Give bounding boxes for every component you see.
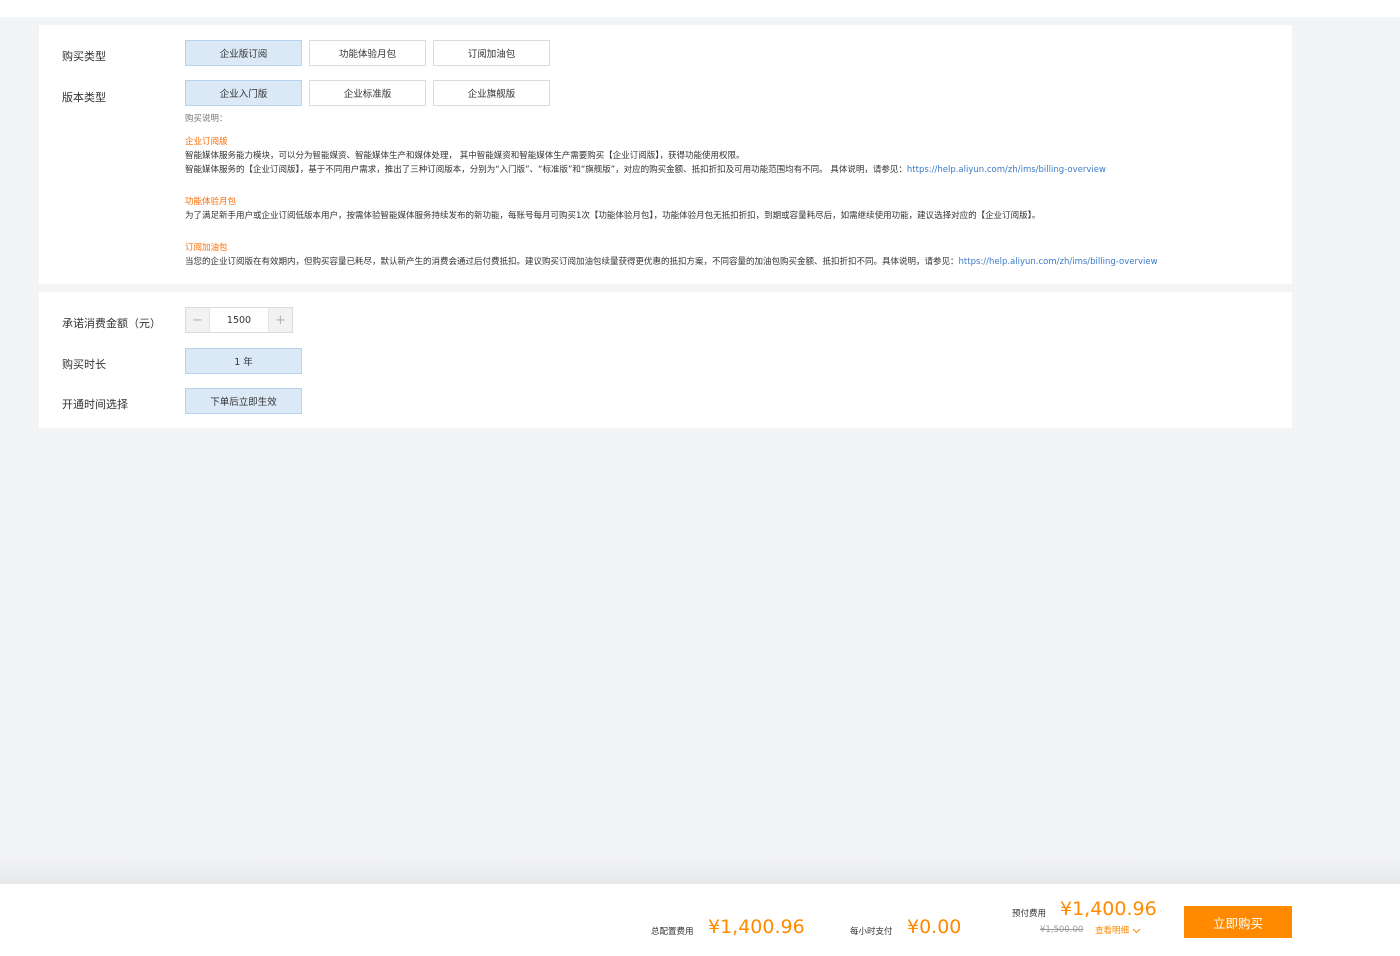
option-enterprise-subscription[interactable]: 企业版订阅 bbox=[185, 40, 302, 66]
section-title-trial: 功能体验月包 bbox=[185, 197, 237, 207]
option-duration-1-year[interactable]: 1 年 bbox=[185, 348, 302, 374]
top-strip bbox=[0, 0, 1400, 17]
view-details-link[interactable]: 查看明细 bbox=[1095, 924, 1141, 936]
buy-now-button[interactable]: 立即购买 bbox=[1184, 906, 1292, 938]
hourly-payment-label: 每小时支付 bbox=[850, 927, 893, 937]
total-config-fee-value: ¥1,400.96 bbox=[708, 916, 805, 938]
section-title-enterprise: 企业订阅版 bbox=[185, 137, 228, 147]
section-text-enterprise-2: 智能媒体服务的【企业订阅版】，基于不同用户需求，推出了三种订阅版本，分别为“入门… bbox=[185, 165, 1106, 175]
edition-type-label: 版本类型 bbox=[62, 91, 106, 104]
option-subscription-addon-pack[interactable]: 订阅加油包 bbox=[433, 40, 550, 66]
footer-shadow bbox=[0, 856, 1400, 884]
section-text-addon: 当您的企业订阅版在有效期内，但购买容量已耗尽，默认新产生的消费会通过后付费抵扣。… bbox=[185, 257, 1158, 267]
option-activate-immediately[interactable]: 下单后立即生效 bbox=[185, 388, 302, 414]
billing-config-card: 承诺消费金额（元） − 1500 + 购买时长 1 年 开通时间选择 下单后立即… bbox=[39, 292, 1292, 428]
section-text-trial: 为了满足新手用户或企业订阅低版本用户，按需体验智能媒体服务持续发布的新功能，每账… bbox=[185, 211, 1041, 221]
commitment-label: 承诺消费金额（元） bbox=[62, 317, 161, 330]
option-standard-edition[interactable]: 企业标准版 bbox=[309, 80, 426, 106]
view-details-label: 查看明细 bbox=[1095, 926, 1130, 936]
original-price: ¥1,500.00 bbox=[1040, 925, 1084, 935]
purchase-config-card: 购买类型 企业版订阅 功能体验月包 订阅加油包 版本类型 企业入门版 企业标准版… bbox=[39, 25, 1292, 284]
duration-label: 购买时长 bbox=[62, 358, 106, 371]
section-title-addon: 订阅加油包 bbox=[185, 243, 228, 253]
purchase-note: 购买说明： bbox=[185, 114, 228, 124]
prepaid-fee-label: 预付费用 bbox=[1012, 909, 1047, 919]
chevron-down-icon bbox=[1132, 928, 1141, 933]
purchase-type-label: 购买类型 bbox=[62, 50, 106, 63]
commitment-stepper: − 1500 + bbox=[185, 307, 293, 333]
decrement-button[interactable]: − bbox=[186, 308, 209, 332]
activation-label: 开通时间选择 bbox=[62, 398, 128, 411]
billing-overview-link[interactable]: https://help.aliyun.com/zh/ims/billing-o… bbox=[907, 165, 1106, 175]
section-text-enterprise-1: 智能媒体服务能力模块，可以分为智能媒资、智能媒体生产和媒体处理， 其中智能媒资和… bbox=[185, 151, 745, 161]
prepaid-fee-value: ¥1,400.96 bbox=[1060, 898, 1157, 920]
commitment-input[interactable]: 1500 bbox=[209, 308, 269, 332]
option-flagship-edition[interactable]: 企业旗舰版 bbox=[433, 80, 550, 106]
price-footer: 总配置费用 ¥1,400.96 每小时支付 ¥0.00 预付费用 ¥1,400.… bbox=[0, 884, 1400, 956]
billing-overview-link-2[interactable]: https://help.aliyun.com/zh/ims/billing-o… bbox=[959, 257, 1158, 267]
option-trial-monthly-pack[interactable]: 功能体验月包 bbox=[309, 40, 426, 66]
hourly-payment-value: ¥0.00 bbox=[907, 916, 962, 938]
increment-button[interactable]: + bbox=[269, 308, 292, 332]
option-entry-edition[interactable]: 企业入门版 bbox=[185, 80, 302, 106]
total-config-fee-label: 总配置费用 bbox=[651, 927, 694, 937]
